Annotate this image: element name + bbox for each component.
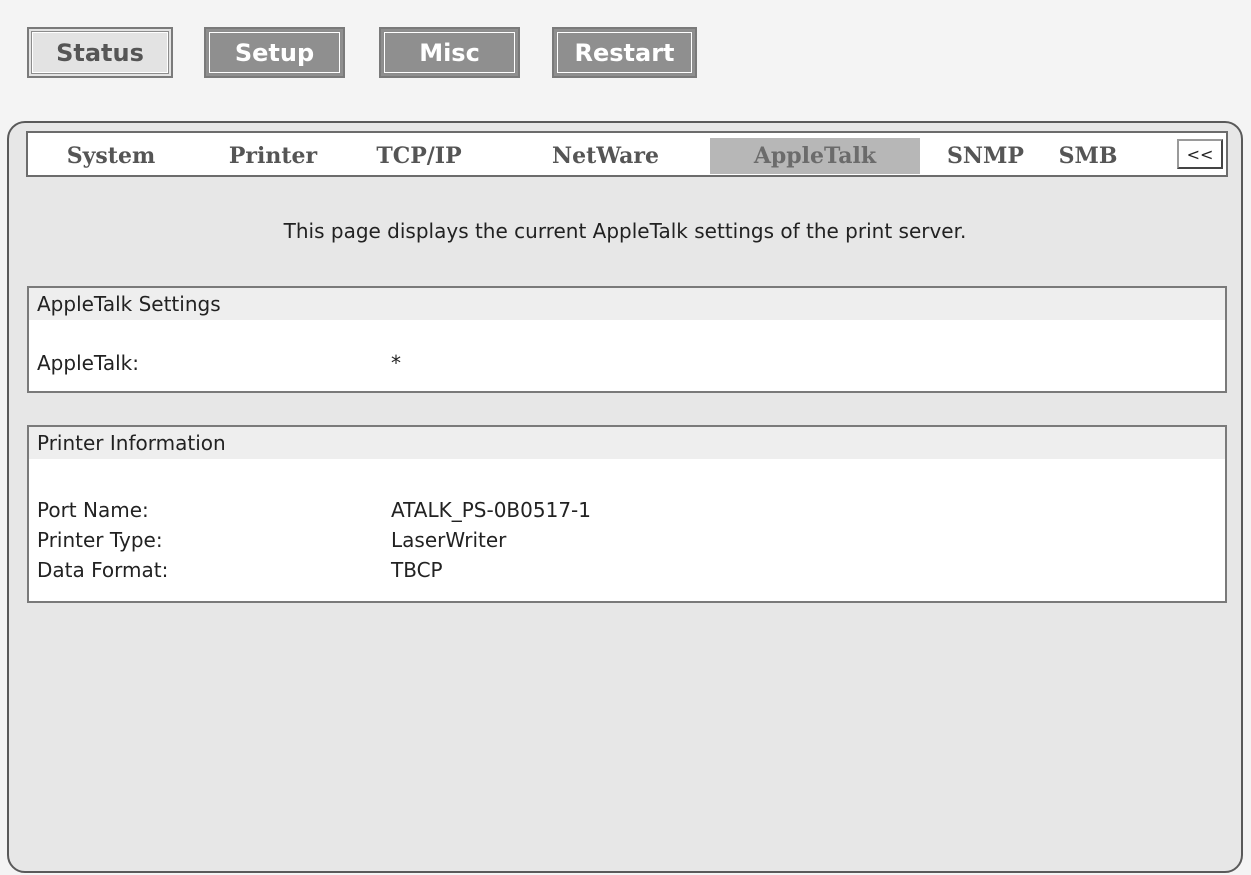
tab-system[interactable]: System [46,138,176,174]
port-name-row: Port Name: ATALK_PS-0B0517-1 [29,495,1225,525]
tab-netware[interactable]: NetWare [533,138,678,174]
data-format-value: TBCP [391,558,443,582]
appletalk-value: * [391,351,401,375]
section-title: AppleTalk Settings [29,288,1225,320]
data-format-label: Data Format: [37,558,169,582]
status-button-label: Status [31,31,169,74]
appletalk-settings-section: AppleTalk Settings AppleTalk: * [27,286,1227,393]
setup-button[interactable]: Setup [204,27,345,78]
setup-button-label: Setup [208,31,341,74]
printer-information-section: Printer Information Port Name: ATALK_PS-… [27,425,1227,603]
status-button[interactable]: Status [27,27,173,78]
restart-button-label: Restart [556,31,693,74]
page-description: This page displays the current AppleTalk… [283,219,967,243]
collapse-tabs-button[interactable]: << [1177,139,1223,169]
printer-type-row: Printer Type: LaserWriter [29,525,1225,555]
misc-button-label: Misc [383,31,516,74]
port-name-label: Port Name: [37,498,149,522]
port-name-value: ATALK_PS-0B0517-1 [391,498,591,522]
tab-snmp[interactable]: SNMP [938,138,1033,174]
appletalk-label: AppleTalk: [37,351,139,375]
misc-button[interactable]: Misc [379,27,520,78]
tab-appletalk[interactable]: AppleTalk [710,138,920,174]
printer-type-label: Printer Type: [37,528,163,552]
data-format-row: Data Format: TBCP [29,555,1225,585]
restart-button[interactable]: Restart [552,27,697,78]
printer-type-value: LaserWriter [391,528,507,552]
tab-smb[interactable]: SMB [1048,138,1128,174]
appletalk-row: AppleTalk: * [29,348,1225,378]
tab-bar: System Printer TCP/IP NetWare AppleTalk … [26,131,1228,177]
tab-printer[interactable]: Printer [208,138,338,174]
main-panel: System Printer TCP/IP NetWare AppleTalk … [7,121,1243,873]
section-title: Printer Information [29,427,1225,459]
tab-tcpip[interactable]: TCP/IP [354,138,484,174]
